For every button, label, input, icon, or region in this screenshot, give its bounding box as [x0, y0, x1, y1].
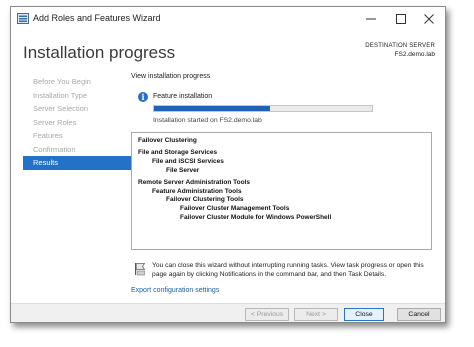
nav-item-installation-type: Installation Type — [33, 90, 88, 100]
result-item: File and iSCSI Services — [152, 157, 224, 165]
result-item: Failover Clustering Tools — [166, 196, 244, 204]
export-configuration-link[interactable]: Export configuration settings — [131, 287, 219, 294]
info-icon: i — [138, 92, 148, 102]
previous-button[interactable]: < Previous — [245, 308, 289, 321]
nav-item-confirmation: Confirmation — [33, 144, 76, 154]
title-bar[interactable]: Add Roles and Features Wizard — [11, 7, 445, 31]
installation-started-text: Installation started on FS2.demo.lab — [153, 117, 262, 124]
view-progress-text: View installation progress — [131, 73, 211, 80]
destination-server-label: DESTINATION SERVER — [365, 43, 435, 49]
nav-item-server-roles: Server Roles — [33, 117, 77, 127]
notification-flag-icon — [135, 263, 146, 276]
nav-item-server-selection: Server Selection — [33, 104, 89, 113]
nav-item-before-you-begin: Before You Begin — [33, 77, 91, 86]
nav-item-results[interactable]: Results — [23, 156, 133, 170]
close-wizard-note: You can close this wizard without interr… — [152, 262, 424, 278]
window-title: Add Roles and Features Wizard — [33, 13, 161, 23]
minimize-icon — [366, 18, 376, 20]
progress-fill — [154, 106, 270, 111]
result-item: File and Storage Services — [138, 148, 218, 156]
result-item: File Server — [166, 166, 200, 174]
close-window-button[interactable] — [415, 7, 443, 31]
results-list[interactable]: Failover Clustering File and Storage Serv… — [131, 132, 432, 250]
page-title: Installation progress — [23, 43, 176, 62]
cancel-button[interactable]: Cancel — [397, 308, 441, 321]
wizard-nav: Before You Begin Installation Type Serve… — [23, 75, 133, 170]
result-item: Failover Clustering — [138, 137, 197, 144]
minimize-button[interactable] — [357, 7, 385, 31]
installation-progress-bar — [153, 105, 373, 112]
close-button[interactable]: Close — [344, 308, 384, 321]
wizard-window: Add Roles and Features Wizard Installati… — [10, 6, 446, 323]
server-manager-icon — [17, 13, 29, 24]
result-item: Remote Server Administration Tools — [138, 178, 250, 186]
feature-installation-label: Feature installation — [153, 93, 213, 100]
next-button[interactable]: Next > — [294, 308, 338, 321]
result-item: Feature Administration Tools — [152, 187, 242, 195]
destination-server-value: FS2.demo.lab — [394, 51, 435, 58]
maximize-icon — [396, 14, 406, 24]
result-item: Failover Cluster Module for Windows Powe… — [180, 214, 332, 222]
nav-item-features: Features — [33, 131, 63, 140]
maximize-button[interactable] — [387, 7, 415, 31]
result-item: Failover Cluster Management Tools — [180, 205, 290, 213]
close-icon — [424, 14, 434, 24]
